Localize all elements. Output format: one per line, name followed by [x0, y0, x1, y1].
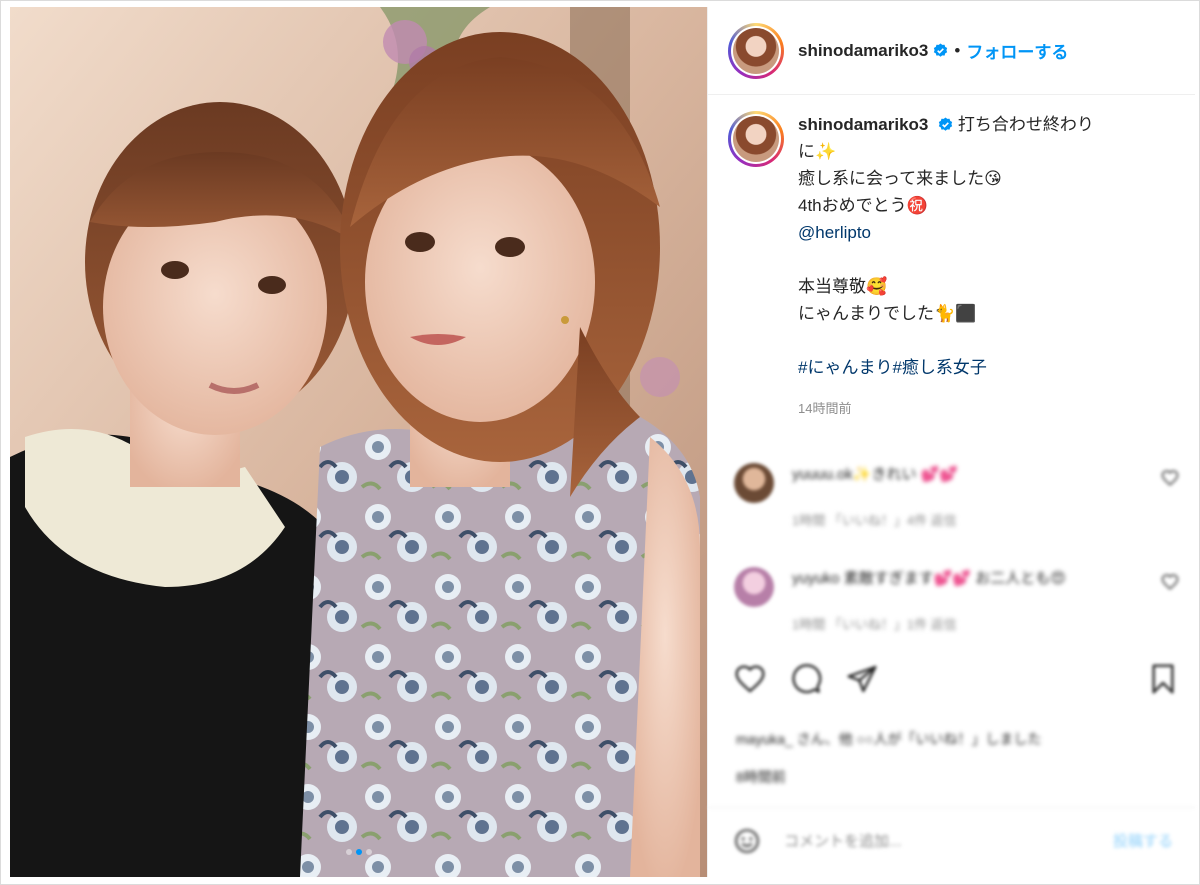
- add-comment-bar: コメントを追加... 投稿する: [708, 807, 1195, 873]
- caption-body: shinodamariko3 打ち合わせ終わり に✨ 癒し系に会って来ました😘 …: [798, 111, 1158, 422]
- follow-button[interactable]: フォローする: [966, 38, 1068, 63]
- carousel-dot: [365, 849, 372, 855]
- caption-mention-link[interactable]: @herlipto: [798, 219, 1158, 246]
- caption-username[interactable]: shinodamariko3: [798, 115, 928, 134]
- comment-body: yuyuko 素敵すぎます💕💕 お二人とも😍 1時間 「いいね！」1件 返信: [792, 567, 1161, 633]
- comment-text: yuuuu.ok✨きれい 💕💕: [792, 466, 959, 483]
- comment-meta[interactable]: 1時間 「いいね！」4件 返信: [792, 510, 1161, 529]
- comment-avatar[interactable]: [734, 567, 774, 607]
- emoji-icon[interactable]: [734, 828, 760, 854]
- photo-illustration: [10, 7, 707, 877]
- post-action-bar: [734, 659, 1179, 699]
- post-side-panel: shinodamariko3 • フォローする shinodamariko3 打…: [707, 7, 1195, 877]
- comment-like-heart-icon[interactable]: [1161, 573, 1179, 591]
- caption-text-line: に✨: [798, 142, 837, 161]
- post-comment-button[interactable]: 投稿する: [1113, 830, 1173, 851]
- likes-text[interactable]: mayuka_ さん、他 ○○人が「いいね！」しました: [736, 731, 1042, 747]
- carousel-dot-active: [355, 849, 362, 855]
- carousel-dot: [345, 849, 352, 855]
- comment-text: yuyuko 素敵すぎます💕💕 お二人とも😍: [792, 570, 1066, 587]
- comment-item: yuyuko 素敵すぎます💕💕 お二人とも😍 1時間 「いいね！」1件 返信: [734, 567, 1179, 633]
- caption-avatar[interactable]: [728, 111, 784, 167]
- post-photo[interactable]: [10, 7, 707, 877]
- post-age: 8時間前: [736, 769, 786, 785]
- caption-text-line: 本当尊敬🥰: [798, 277, 888, 296]
- caption-timestamp: 14時間前: [798, 401, 852, 416]
- author-avatar[interactable]: [728, 22, 784, 79]
- post-caption: shinodamariko3 打ち合わせ終わり に✨ 癒し系に会って来ました😘 …: [728, 111, 1178, 422]
- comment-input[interactable]: コメントを追加...: [784, 830, 902, 851]
- caption-text-line: 4thおめでとう㊗️: [798, 196, 928, 215]
- comment-avatar[interactable]: [734, 463, 774, 503]
- comment-item: yuuuu.ok✨きれい 💕💕 1時間 「いいね！」4件 返信: [734, 463, 1179, 529]
- caption-text-line: 癒し系に会って来ました😘: [798, 169, 1002, 188]
- caption-text-line: 打ち合わせ終わり: [957, 115, 1094, 134]
- carousel-indicator: [10, 849, 707, 855]
- share-icon[interactable]: [846, 663, 878, 695]
- post-header: shinodamariko3 • フォローする: [708, 7, 1195, 95]
- caption-text-line: にゃんまりでした🐈⬛: [798, 304, 977, 323]
- comment-like-heart-icon[interactable]: [1161, 469, 1179, 487]
- caption-hashtags[interactable]: #にゃんまり#癒し系女子: [798, 354, 1158, 381]
- likes-summary[interactable]: mayuka_ さん、他 ○○人が「いいね！」しました 8時間前: [736, 729, 1176, 787]
- author-username[interactable]: shinodamariko3: [798, 41, 928, 61]
- comment-icon[interactable]: [790, 663, 822, 695]
- verified-badge-icon: [934, 43, 948, 57]
- comment-body: yuuuu.ok✨きれい 💕💕 1時間 「いいね！」4件 返信: [792, 463, 1161, 529]
- post-frame: shinodamariko3 • フォローする shinodamariko3 打…: [0, 0, 1200, 885]
- comment-meta[interactable]: 1時間 「いいね！」1件 返信: [792, 614, 1161, 633]
- heart-icon[interactable]: [734, 663, 766, 695]
- bookmark-icon[interactable]: [1147, 663, 1179, 695]
- verified-badge-icon: [938, 117, 953, 131]
- header-separator: •: [954, 40, 961, 60]
